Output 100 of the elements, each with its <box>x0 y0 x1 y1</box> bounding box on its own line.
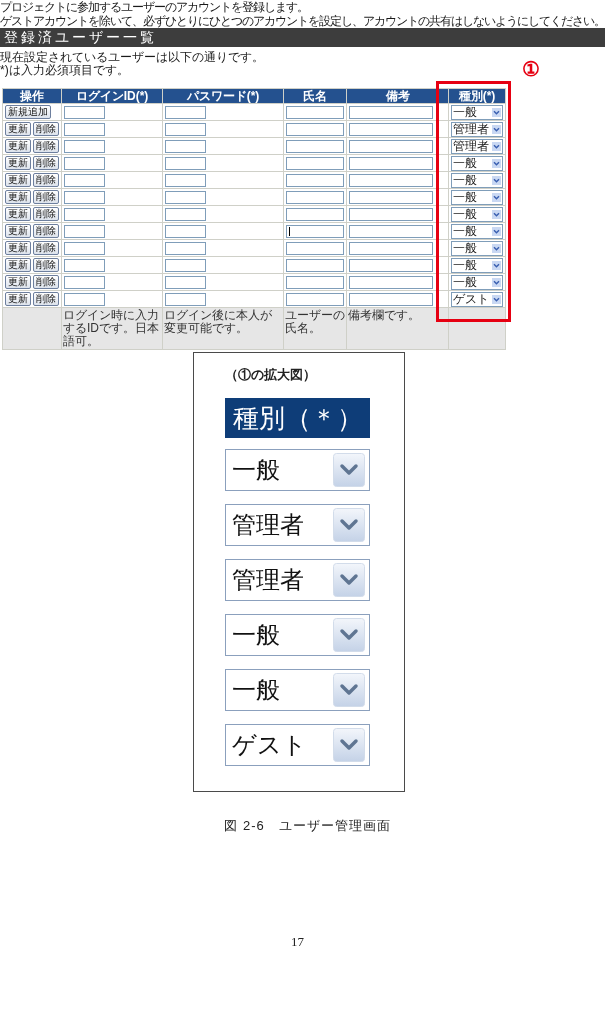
row-action-button[interactable]: 削除 <box>33 258 59 272</box>
row-action-button[interactable]: 新規追加 <box>5 105 51 119</box>
row-action-button[interactable]: 更新 <box>5 224 31 238</box>
row-action-button[interactable]: 削除 <box>33 224 59 238</box>
login-id-field[interactable] <box>64 258 105 272</box>
login-id-field[interactable] <box>64 122 105 136</box>
password-field[interactable] <box>165 207 206 221</box>
note-field[interactable] <box>349 292 433 306</box>
row-action-button[interactable]: 更新 <box>5 122 31 136</box>
login-id-field[interactable] <box>64 173 105 187</box>
type-select[interactable]: 一般 <box>451 172 503 188</box>
name-field[interactable] <box>286 292 344 306</box>
login-id-field[interactable] <box>64 105 105 119</box>
name-field[interactable] <box>286 173 344 187</box>
note-field[interactable] <box>349 207 433 221</box>
type-select[interactable]: 一般 <box>451 189 503 205</box>
row-action-button[interactable]: 削除 <box>33 156 59 170</box>
name-field[interactable] <box>286 105 344 119</box>
field-hint: ユーザーの氏名。 <box>284 308 346 349</box>
row-action-button[interactable]: 更新 <box>5 241 31 255</box>
note-field[interactable] <box>349 173 433 187</box>
login-id-field[interactable] <box>64 275 105 289</box>
row-action-button[interactable]: 削除 <box>33 190 59 204</box>
login-id-field[interactable] <box>64 190 105 204</box>
login-id-field[interactable] <box>64 292 105 306</box>
login-id-field[interactable] <box>64 241 105 255</box>
row-action-button[interactable]: 削除 <box>33 173 59 187</box>
type-select[interactable]: 一般 <box>225 614 370 656</box>
chevron-down-icon <box>333 453 365 487</box>
row-action-button[interactable]: 更新 <box>5 190 31 204</box>
type-select[interactable]: ゲスト <box>451 291 503 307</box>
password-field[interactable] <box>165 156 206 170</box>
row-action-button[interactable]: 削除 <box>33 292 59 306</box>
chevron-down-icon <box>492 294 501 304</box>
column-header: 備考 <box>347 89 448 103</box>
column-header: 種別（＊） <box>225 398 370 438</box>
chevron-down-icon <box>492 243 501 253</box>
name-field[interactable] <box>286 156 344 170</box>
type-select[interactable]: 一般 <box>225 449 370 491</box>
name-field[interactable] <box>286 190 344 204</box>
row-action-button[interactable]: 削除 <box>33 241 59 255</box>
row-action-button[interactable]: 更新 <box>5 139 31 153</box>
row-action-button[interactable]: 削除 <box>33 139 59 153</box>
text-cursor-icon <box>289 226 290 236</box>
note-field[interactable] <box>349 139 433 153</box>
note-field[interactable] <box>349 190 433 204</box>
login-id-field[interactable] <box>64 224 105 238</box>
login-id-field[interactable] <box>64 207 105 221</box>
type-select[interactable]: 一般 <box>225 669 370 711</box>
note-field[interactable] <box>349 105 433 119</box>
type-select[interactable]: 一般 <box>451 240 503 256</box>
type-select[interactable]: 一般 <box>451 206 503 222</box>
chevron-down-icon <box>492 260 501 270</box>
row-action-button[interactable]: 更新 <box>5 275 31 289</box>
login-id-field[interactable] <box>64 139 105 153</box>
note-field[interactable] <box>349 275 433 289</box>
name-field[interactable] <box>286 258 344 272</box>
note-field[interactable] <box>349 122 433 136</box>
name-field[interactable] <box>286 224 344 238</box>
password-field[interactable] <box>165 241 206 255</box>
note-field[interactable] <box>349 224 433 238</box>
name-field[interactable] <box>286 139 344 153</box>
row-action-button[interactable]: 更新 <box>5 173 31 187</box>
password-field[interactable] <box>165 292 206 306</box>
row-action-button[interactable]: 更新 <box>5 292 31 306</box>
type-select[interactable]: 管理者 <box>225 504 370 546</box>
name-field[interactable] <box>286 275 344 289</box>
row-action-button[interactable]: 削除 <box>33 122 59 136</box>
password-field[interactable] <box>165 105 206 119</box>
password-field[interactable] <box>165 122 206 136</box>
type-select[interactable]: 一般 <box>451 155 503 171</box>
type-select[interactable]: 一般 <box>451 257 503 273</box>
password-field[interactable] <box>165 224 206 238</box>
column-header: パスワード(*) <box>163 89 283 103</box>
password-field[interactable] <box>165 275 206 289</box>
name-field[interactable] <box>286 122 344 136</box>
type-select[interactable]: 一般 <box>451 223 503 239</box>
password-field[interactable] <box>165 258 206 272</box>
type-select[interactable]: 管理者 <box>225 559 370 601</box>
type-select[interactable]: 一般 <box>451 274 503 290</box>
row-action-button[interactable]: 更新 <box>5 156 31 170</box>
row-action-button[interactable]: 削除 <box>33 275 59 289</box>
row-action-button[interactable]: 削除 <box>33 207 59 221</box>
note-field[interactable] <box>349 156 433 170</box>
type-select[interactable]: ゲスト <box>225 724 370 766</box>
password-field[interactable] <box>165 190 206 204</box>
password-field[interactable] <box>165 139 206 153</box>
type-select[interactable]: 管理者 <box>451 138 503 154</box>
type-select[interactable]: 一般 <box>451 104 503 120</box>
name-field[interactable] <box>286 241 344 255</box>
type-select[interactable]: 管理者 <box>451 121 503 137</box>
name-field[interactable] <box>286 207 344 221</box>
row-action-button[interactable]: 更新 <box>5 258 31 272</box>
note-field[interactable] <box>349 241 433 255</box>
password-field[interactable] <box>165 173 206 187</box>
row-action-button[interactable]: 更新 <box>5 207 31 221</box>
chevron-down-icon <box>333 728 365 762</box>
note-field[interactable] <box>349 258 433 272</box>
login-id-field[interactable] <box>64 156 105 170</box>
chevron-down-icon <box>492 107 501 117</box>
